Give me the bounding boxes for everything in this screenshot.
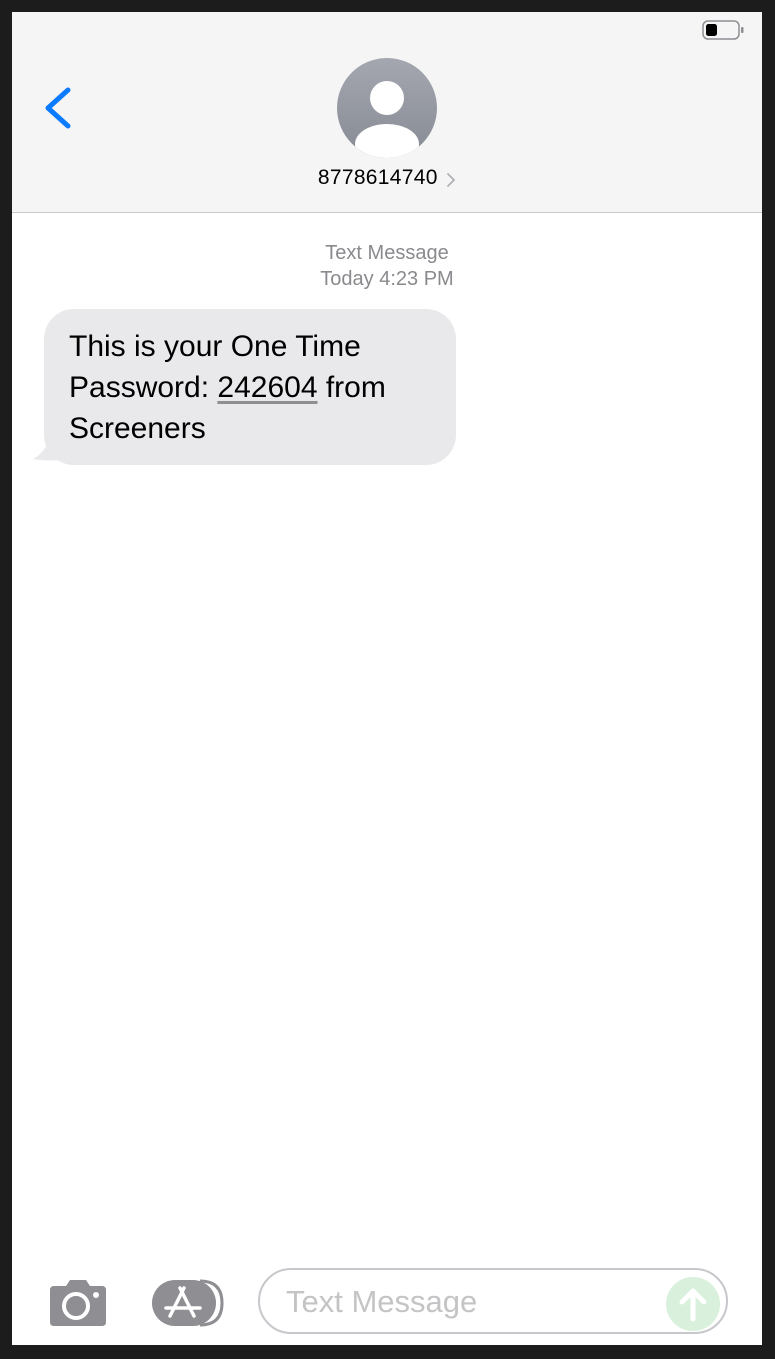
contact-name: 8778614740: [317, 166, 438, 189]
chevron-left-icon: [45, 87, 71, 129]
camera-icon: [50, 1280, 106, 1326]
person-icon: [355, 81, 419, 158]
conversation-header: 8778614740: [12, 12, 762, 213]
message-timestamp: Text Message Today 4:23 PM: [12, 240, 762, 292]
chevron-right-icon: [447, 172, 456, 187]
battery-icon: [702, 20, 744, 40]
compose-toolbar: Text Message: [12, 1262, 762, 1342]
incoming-message: This is your One Time Password: 242604 f…: [32, 309, 456, 465]
message-bubble[interactable]: This is your One Time Password: 242604 f…: [44, 309, 456, 465]
service-label: Text Message: [325, 242, 449, 264]
contact-title[interactable]: 8778614740: [12, 166, 762, 190]
date-time: 4:23 PM: [373, 268, 454, 290]
date-line: Today 4:23 PM: [12, 266, 762, 292]
back-button[interactable]: [40, 82, 80, 134]
camera-button[interactable]: [46, 1278, 110, 1328]
otp-code-link[interactable]: 242604: [217, 371, 317, 404]
messages-screen: 8778614740 Text Message Today 4:23 PM Th…: [12, 12, 762, 1345]
contact-avatar[interactable]: [337, 58, 437, 158]
send-button[interactable]: [666, 1277, 720, 1331]
apps-button[interactable]: [150, 1278, 228, 1328]
arrow-up-icon: [679, 1288, 707, 1322]
app-store-icon: [152, 1279, 224, 1327]
date-day: Today: [320, 268, 374, 290]
input-placeholder: Text Message: [286, 1284, 478, 1319]
message-input[interactable]: Text Message: [258, 1268, 728, 1334]
